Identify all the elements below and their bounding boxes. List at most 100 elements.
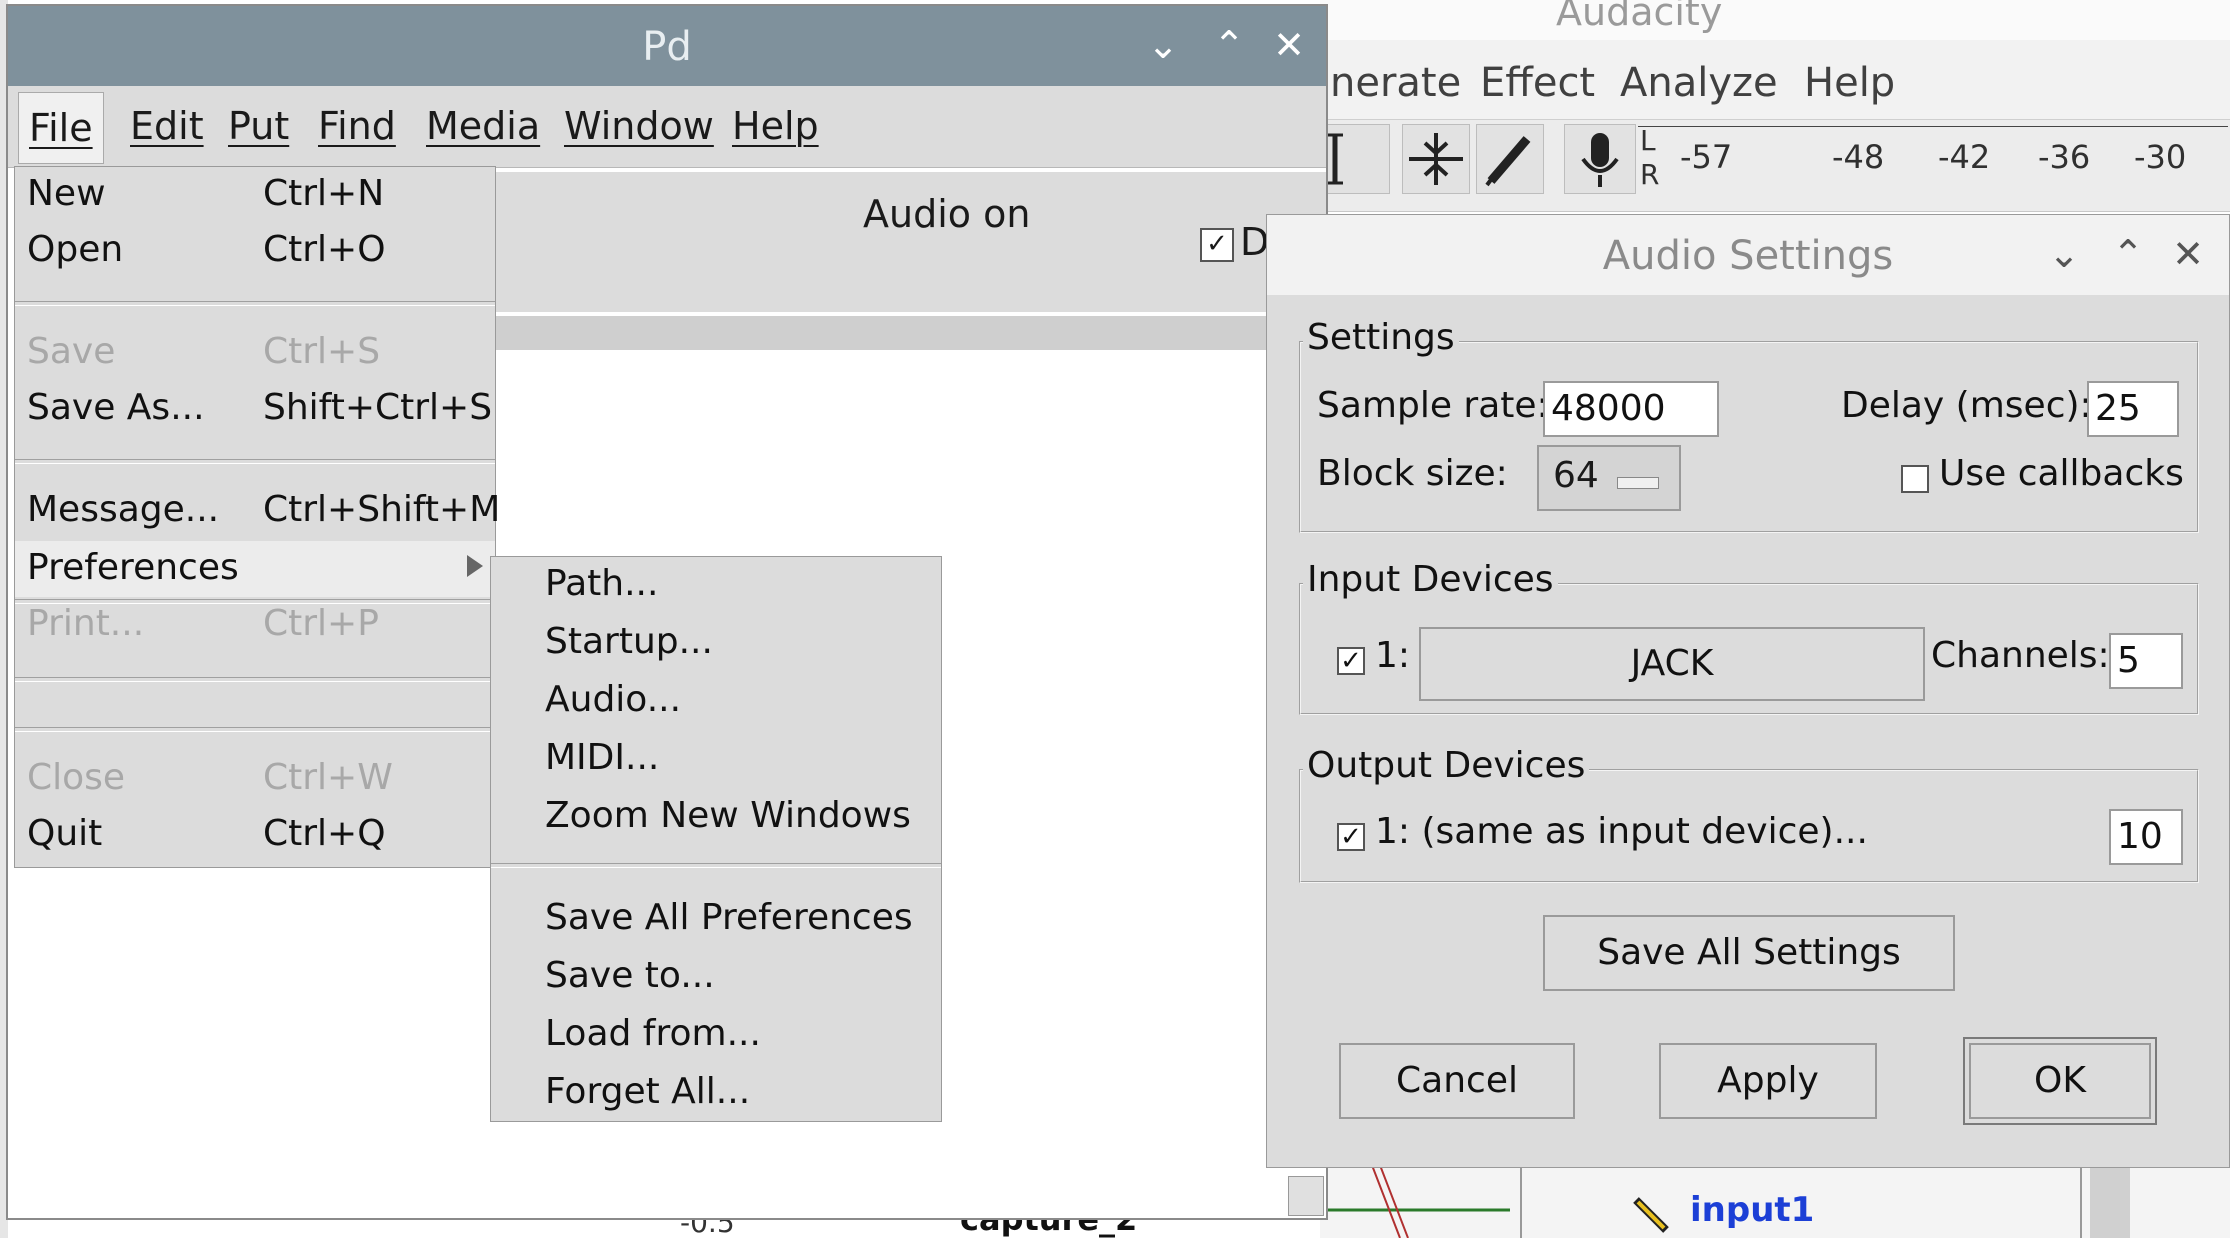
block-size-label: Block size: <box>1317 453 1508 494</box>
menu-item-label: Save All Preferences <box>545 897 913 938</box>
close-icon[interactable]: ✕ <box>2163 229 2213 279</box>
cancel-button[interactable]: Cancel <box>1339 1043 1575 1119</box>
menu-find[interactable]: Find <box>318 104 396 148</box>
output-channels-input[interactable]: 10 <box>2109 809 2183 865</box>
menu-separator <box>15 677 495 682</box>
pd-menubar: File Edit Put Find Media Window Help <box>8 86 1326 168</box>
pref-item-forget-all[interactable]: Forget All... <box>491 1065 941 1121</box>
menu-item-new[interactable]: New Ctrl+N <box>15 167 495 223</box>
menu-edit[interactable]: Edit <box>130 104 204 148</box>
audacity-menu-generate[interactable]: nerate <box>1330 60 1461 106</box>
dsp-checkbox[interactable]: ✓ <box>1200 228 1234 262</box>
file-menu: New Ctrl+N Open Ctrl+O Save Ctrl+S Save … <box>14 166 500 868</box>
audio-settings-titlebar[interactable]: Audio Settings ⌄ ⌃ ✕ <box>1267 215 2229 295</box>
pref-item-audio[interactable]: Audio... <box>491 673 941 729</box>
menu-put[interactable]: Put <box>228 104 289 148</box>
menu-item-label: MIDI... <box>545 737 660 778</box>
menu-item-quit[interactable]: Quit Ctrl+Q <box>15 807 495 863</box>
meter-ruler-line <box>1638 126 2228 127</box>
ibeam-icon <box>1327 133 1343 185</box>
menu-item-save-as[interactable]: Save As... Shift+Ctrl+S <box>15 381 495 437</box>
option-menu-indicator-icon <box>1617 477 1659 489</box>
meter-tick: -48 <box>1832 138 1885 176</box>
minimize-icon[interactable]: ⌄ <box>1138 20 1188 70</box>
input-channels-input[interactable]: 5 <box>2109 633 2183 689</box>
menu-file[interactable]: File <box>18 92 104 164</box>
menu-item-shortcut: Ctrl+Shift+M <box>263 489 501 530</box>
sample-rate-input[interactable]: 48000 <box>1543 381 1719 437</box>
pd-titlebar[interactable]: Pd ⌄ ⌃ ✕ <box>8 6 1326 86</box>
draw-tool-button[interactable] <box>1476 124 1544 194</box>
block-size-value: 64 <box>1553 455 1599 496</box>
menu-item-save: Save Ctrl+S <box>15 325 495 381</box>
meter-left-label: L <box>1640 124 1656 157</box>
input-channels-label: Channels: <box>1931 635 2110 676</box>
close-icon[interactable]: ✕ <box>1264 20 1314 70</box>
audacity-titlebar: Audacity <box>1320 0 2230 40</box>
pref-item-path[interactable]: Path... <box>491 557 941 613</box>
pref-item-zoom-new-windows[interactable]: Zoom New Windows <box>491 789 941 845</box>
track-label-input1[interactable]: input1 <box>1690 1190 1814 1230</box>
track-pencil-icon <box>1633 1197 1669 1233</box>
use-callbacks-checkbox[interactable] <box>1901 465 1929 493</box>
selection-tool-button[interactable] <box>1322 124 1390 194</box>
microphone-icon <box>1581 133 1619 187</box>
submenu-arrow-icon <box>467 555 483 577</box>
audacity-track-area: input1 <box>1320 1160 2230 1238</box>
menu-item-label: Forget All... <box>545 1071 751 1112</box>
menu-item-label: New <box>27 173 106 214</box>
menu-item-shortcut: Ctrl+O <box>263 229 386 270</box>
audacity-menubar: nerate Effect Analyze Help <box>1320 40 2230 120</box>
menu-item-label: Audio... <box>545 679 682 720</box>
preferences-submenu: Path... Startup... Audio... MIDI... Zoom… <box>490 556 942 1122</box>
pencil-icon <box>1485 136 1531 187</box>
menu-item-message[interactable]: Message... Ctrl+Shift+M <box>15 483 500 539</box>
audacity-toolbar: L R -57 -48 -42 -36 -30 <box>1320 120 2230 212</box>
output-devices-legend: Output Devices <box>1303 745 1590 786</box>
apply-button[interactable]: Apply <box>1659 1043 1877 1119</box>
meter-tick: -36 <box>2038 138 2091 176</box>
input-device-checkbox[interactable]: ✓ <box>1337 647 1365 675</box>
menu-separator <box>15 727 495 732</box>
menu-separator <box>491 863 941 868</box>
maximize-icon[interactable]: ⌃ <box>1204 20 1254 70</box>
menu-item-label: Save <box>27 331 116 372</box>
delay-input[interactable]: 25 <box>2087 381 2179 437</box>
save-all-settings-button[interactable]: Save All Settings <box>1543 915 1955 991</box>
audacity-menu-help[interactable]: Help <box>1804 60 1895 106</box>
menu-media[interactable]: Media <box>426 104 540 148</box>
meter-right-label: R <box>1640 158 1660 191</box>
input-device-selector[interactable]: JACK <box>1419 627 1925 701</box>
pref-item-save-to[interactable]: Save to... <box>491 949 941 1005</box>
envelope-tool-button[interactable] <box>1402 124 1470 194</box>
output-device-label[interactable]: 1: (same as input device)... <box>1375 811 1868 852</box>
minimize-icon[interactable]: ⌄ <box>2039 229 2089 279</box>
audacity-menu-analyze[interactable]: Analyze <box>1620 60 1778 106</box>
maximize-icon[interactable]: ⌃ <box>2103 229 2153 279</box>
menu-item-label: Load from... <box>545 1013 761 1054</box>
delay-label: Delay (msec): <box>1841 385 2092 426</box>
menu-item-open[interactable]: Open Ctrl+O <box>15 223 495 279</box>
pref-item-load-from[interactable]: Load from... <box>491 1007 941 1063</box>
audacity-menu-effect[interactable]: Effect <box>1480 60 1595 106</box>
input-device-index: 1: <box>1375 635 1411 676</box>
menu-item-shortcut: Ctrl+W <box>263 757 393 798</box>
menu-item-preferences[interactable]: Preferences <box>15 541 495 597</box>
output-device-checkbox[interactable]: ✓ <box>1337 823 1365 851</box>
ok-button[interactable]: OK <box>1963 1037 2157 1125</box>
menu-item-label: Print... <box>27 603 145 644</box>
pref-item-save-all[interactable]: Save All Preferences <box>491 891 941 947</box>
menu-window[interactable]: Window <box>564 104 714 148</box>
use-callbacks-label: Use callbacks <box>1939 453 2184 494</box>
menu-item-label: Message... <box>27 489 220 530</box>
scroll-corner[interactable] <box>1288 1176 1324 1216</box>
pref-item-midi[interactable]: MIDI... <box>491 731 941 787</box>
menu-item-shortcut: Shift+Ctrl+S <box>263 387 493 428</box>
record-meter-button[interactable] <box>1564 124 1636 194</box>
envelope-icon <box>1409 133 1463 185</box>
pref-item-startup[interactable]: Startup... <box>491 615 941 671</box>
pd-title: Pd <box>642 24 692 70</box>
menu-item-label: Open <box>27 229 124 270</box>
block-size-dropdown[interactable]: 64 <box>1537 445 1681 511</box>
menu-help[interactable]: Help <box>732 104 819 148</box>
